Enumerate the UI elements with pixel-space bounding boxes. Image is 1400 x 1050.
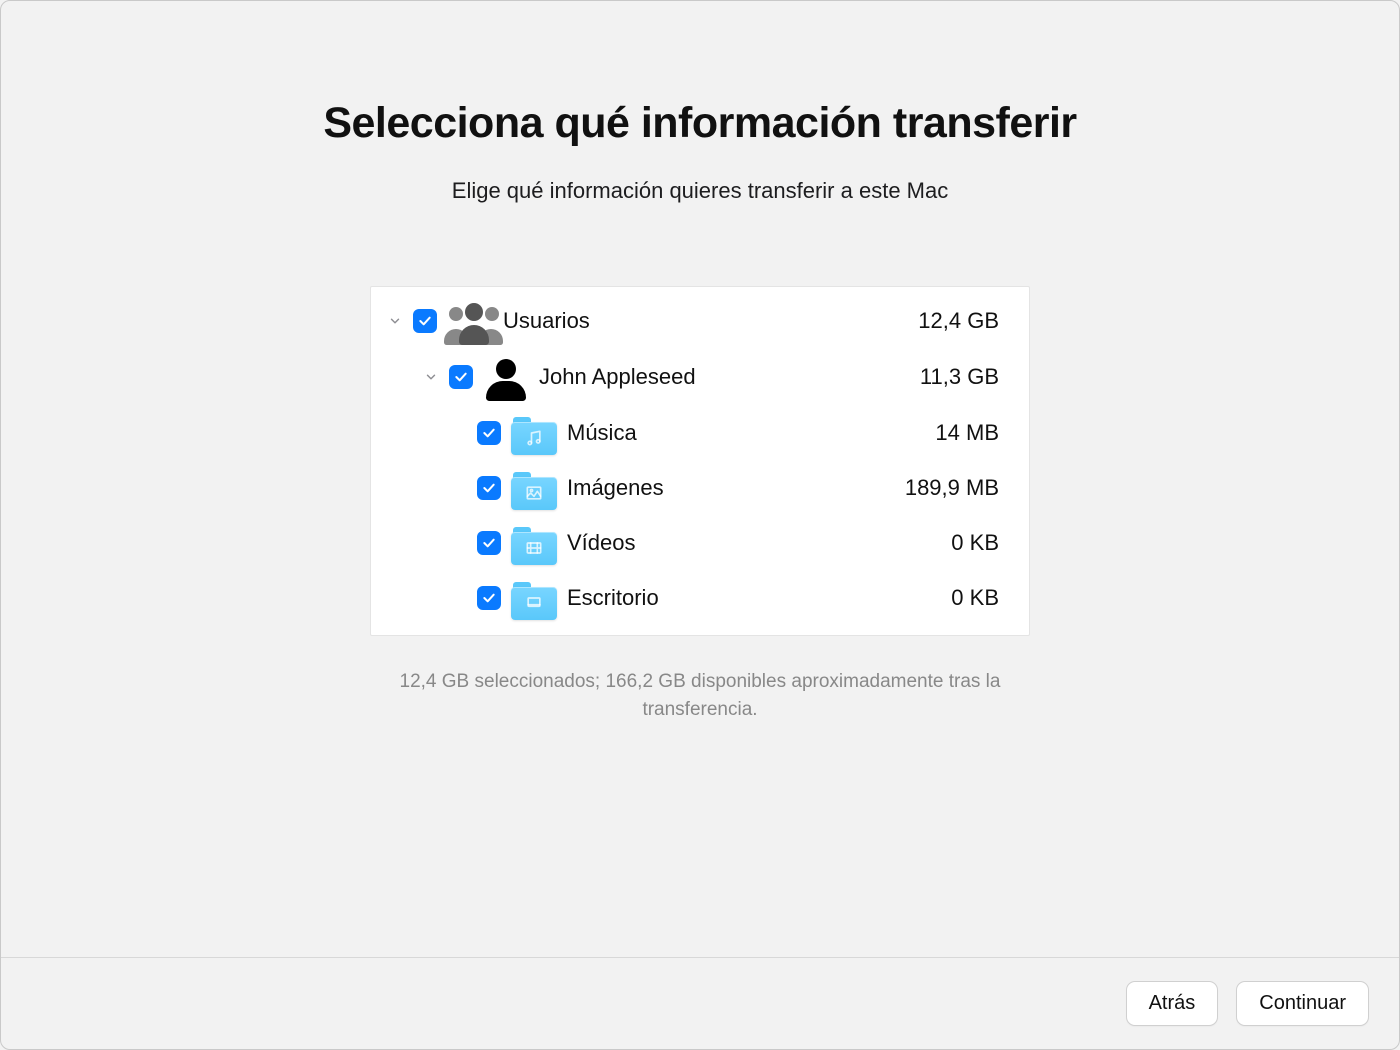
label-john: John Appleseed [539,364,696,390]
size-videos: 0 KB [951,530,999,556]
size-users: 12,4 GB [918,308,999,334]
tree-row-videos[interactable]: Vídeos 0 KB [371,515,1029,570]
size-desktop: 0 KB [951,585,999,611]
pictures-folder-icon [509,466,559,510]
tree-row-users[interactable]: Usuarios 12,4 GB [371,293,1029,349]
tree-row-pictures[interactable]: Imágenes 189,9 MB [371,460,1029,515]
label-videos: Vídeos [567,530,636,556]
page-title: Selecciona qué información transferir [1,99,1399,148]
person-icon [481,353,531,401]
chevron-down-icon[interactable] [385,311,405,331]
music-folder-icon [509,411,559,455]
checkbox-videos[interactable] [477,531,501,555]
tree-row-desktop[interactable]: Escritorio 0 KB [371,570,1029,625]
back-button[interactable]: Atrás [1126,981,1219,1026]
migration-assistant-window: Selecciona qué información transferir El… [0,0,1400,1050]
label-users: Usuarios [503,308,590,334]
tree-row-music[interactable]: Música 14 MB [371,405,1029,460]
checkbox-desktop[interactable] [477,586,501,610]
users-group-icon [445,297,495,345]
tree-row-john[interactable]: John Appleseed 11,3 GB [371,349,1029,405]
checkbox-john[interactable] [449,365,473,389]
size-john: 11,3 GB [920,364,999,390]
checkbox-music[interactable] [477,421,501,445]
footer-bar: Atrás Continuar [1,957,1399,1049]
transfer-tree-panel: Usuarios 12,4 GB John Appl [370,286,1030,636]
content-area: Selecciona qué información transferir El… [1,1,1399,957]
desktop-folder-icon [509,576,559,620]
selection-summary: 12,4 GB seleccionados; 166,2 GB disponib… [350,668,1050,723]
page-subtitle: Elige qué información quieres transferir… [1,178,1399,204]
size-music: 14 MB [935,420,999,446]
videos-folder-icon [509,521,559,565]
checkbox-users[interactable] [413,309,437,333]
checkbox-pictures[interactable] [477,476,501,500]
size-pictures: 189,9 MB [905,475,999,501]
label-music: Música [567,420,637,446]
continue-button[interactable]: Continuar [1236,981,1369,1026]
label-pictures: Imágenes [567,475,664,501]
chevron-down-icon[interactable] [421,367,441,387]
label-desktop: Escritorio [567,585,659,611]
